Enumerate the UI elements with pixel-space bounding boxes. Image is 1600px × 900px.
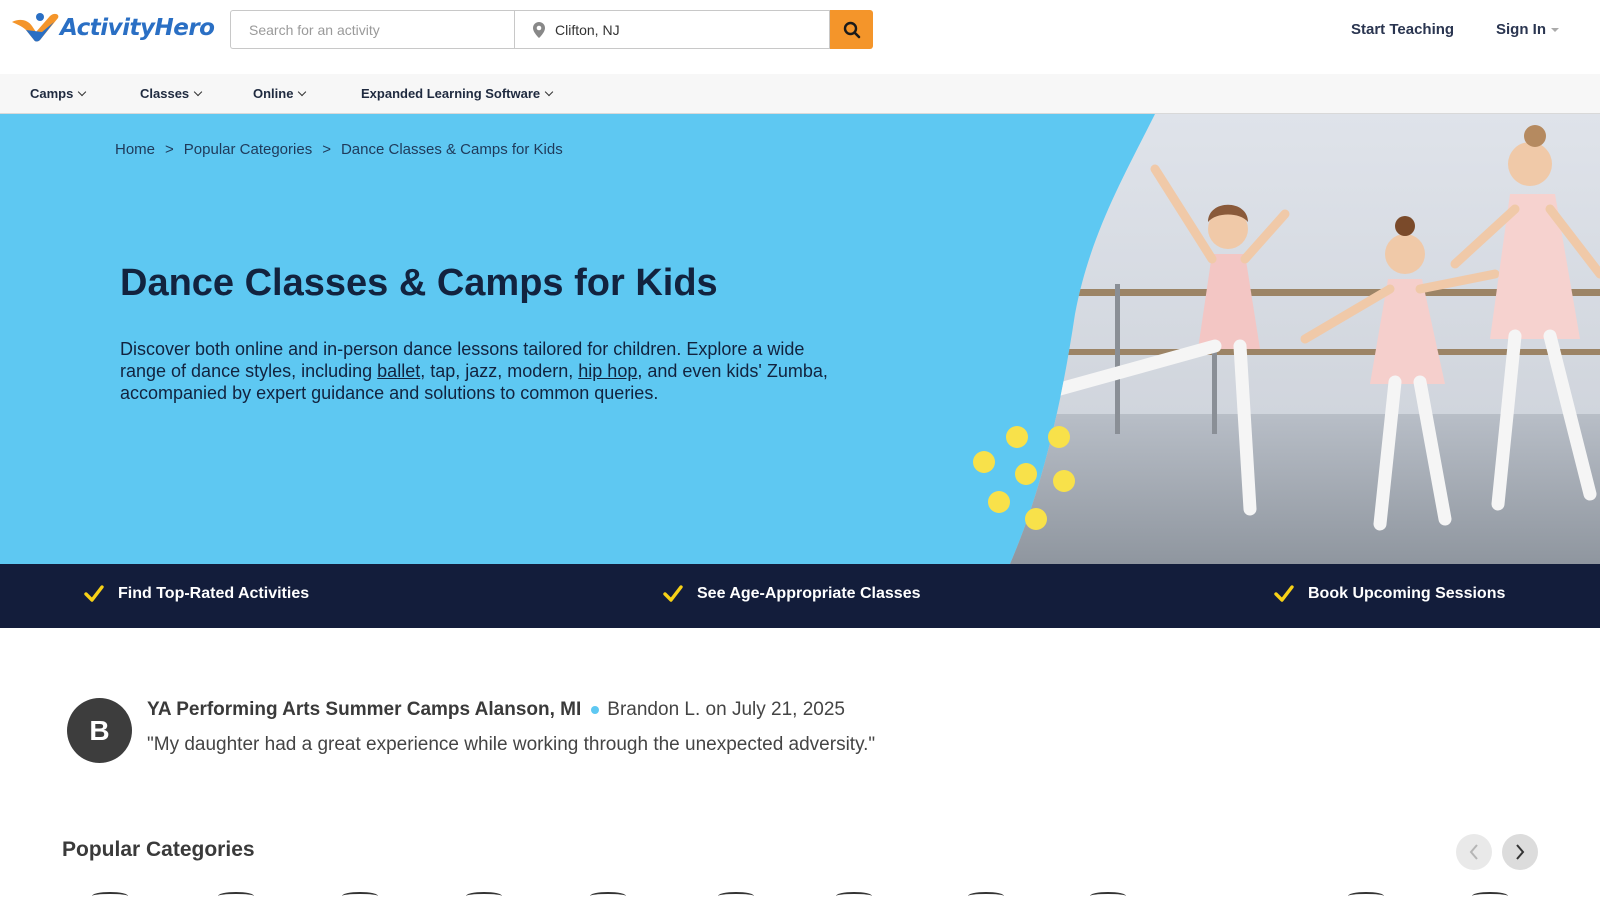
nav-label: Expanded Learning Software bbox=[361, 86, 541, 101]
category-icon[interactable] bbox=[590, 892, 626, 900]
location-input[interactable] bbox=[545, 11, 815, 48]
popular-categories-title: Popular Categories bbox=[62, 838, 255, 861]
logo[interactable]: ActivityHero bbox=[10, 12, 215, 44]
category-icon[interactable] bbox=[342, 892, 378, 900]
feature-top-rated: Find Top-Rated Activities bbox=[84, 585, 309, 603]
ballet-link[interactable]: ballet bbox=[377, 361, 420, 381]
chevron-down-icon bbox=[78, 87, 87, 96]
category-icon[interactable] bbox=[466, 892, 502, 900]
page-title: Dance Classes & Camps for Kids bbox=[120, 262, 718, 304]
chevron-right-icon bbox=[1516, 844, 1525, 860]
breadcrumb: Home > Popular Categories > Dance Classe… bbox=[115, 141, 563, 158]
logo-icon bbox=[12, 13, 59, 42]
separator-dot bbox=[591, 706, 600, 714]
category-icon[interactable] bbox=[218, 892, 254, 900]
category-icon[interactable] bbox=[1090, 892, 1126, 900]
activity-search-input[interactable] bbox=[231, 11, 514, 48]
location-search[interactable] bbox=[514, 10, 830, 49]
chevron-down-icon bbox=[544, 87, 554, 96]
hip-hop-link[interactable]: hip hop bbox=[578, 361, 637, 381]
nav-label: Camps bbox=[30, 86, 74, 101]
features-banner: Find Top-Rated Activities See Age-Approp… bbox=[0, 564, 1600, 628]
chevron-left-icon bbox=[1469, 844, 1478, 860]
category-icon[interactable] bbox=[718, 892, 754, 900]
avatar: B bbox=[67, 698, 132, 763]
feature-label: See Age-Appropriate Classes bbox=[697, 585, 921, 602]
hero-dancers-image bbox=[973, 114, 1600, 564]
header: ActivityHero Start Teaching Sign In bbox=[0, 0, 1600, 74]
nav-online[interactable]: Online bbox=[253, 86, 307, 101]
sign-in-label: Sign In bbox=[1496, 21, 1546, 38]
feature-label: Book Upcoming Sessions bbox=[1308, 585, 1506, 602]
category-icon[interactable] bbox=[1472, 892, 1508, 900]
check-icon bbox=[1274, 585, 1294, 602]
hero: Home > Popular Categories > Dance Classe… bbox=[0, 114, 1600, 564]
feature-book-sessions: Book Upcoming Sessions bbox=[1274, 585, 1505, 603]
breadcrumb-popular[interactable]: Popular Categories bbox=[184, 141, 312, 158]
hero-description: Discover both online and in-person dance… bbox=[120, 338, 840, 404]
breadcrumb-current[interactable]: Dance Classes & Camps for Kids bbox=[341, 141, 563, 158]
nav-classes[interactable]: Classes bbox=[140, 86, 203, 101]
breadcrumb-separator: > bbox=[322, 141, 331, 158]
category-icon[interactable] bbox=[92, 892, 128, 900]
breadcrumb-separator: > bbox=[165, 141, 174, 158]
start-teaching-link[interactable]: Start Teaching bbox=[1351, 21, 1454, 38]
search-button[interactable] bbox=[830, 10, 873, 49]
feature-age-appropriate: See Age-Appropriate Classes bbox=[663, 585, 920, 603]
logo-text: ActivityHero bbox=[60, 15, 215, 41]
carousel-prev-button[interactable] bbox=[1456, 834, 1492, 870]
nav-label: Classes bbox=[140, 86, 190, 101]
nav-label: Online bbox=[253, 86, 294, 101]
carousel-next-button[interactable] bbox=[1502, 834, 1538, 870]
chevron-down-icon bbox=[193, 87, 203, 96]
category-icons-row bbox=[0, 892, 1600, 900]
main-nav: Camps Classes Online Expanded Learning S… bbox=[0, 74, 1600, 114]
review-header: YA Performing Arts Summer Camps Alanson,… bbox=[147, 699, 845, 721]
search-icon bbox=[843, 21, 860, 38]
breadcrumb-home[interactable]: Home bbox=[115, 141, 155, 158]
sign-in-link[interactable]: Sign In bbox=[1496, 21, 1559, 38]
review-quote: "My daughter had a great experience whil… bbox=[147, 734, 876, 755]
review-author-date: Brandon L. on July 21, 2025 bbox=[607, 699, 845, 720]
category-icon[interactable] bbox=[836, 892, 872, 900]
chevron-down-icon bbox=[298, 87, 307, 96]
review-camp-link[interactable]: YA Performing Arts Summer Camps Alanson,… bbox=[147, 699, 581, 721]
check-icon bbox=[663, 585, 683, 602]
category-icon[interactable] bbox=[968, 892, 1004, 900]
category-icon[interactable] bbox=[1348, 892, 1384, 900]
nav-expanded-learning[interactable]: Expanded Learning Software bbox=[361, 86, 554, 101]
map-pin-icon bbox=[533, 21, 545, 38]
activity-search[interactable] bbox=[230, 10, 514, 49]
check-icon bbox=[84, 585, 104, 602]
desc-text: , tap, jazz, modern, bbox=[420, 361, 579, 381]
feature-label: Find Top-Rated Activities bbox=[118, 585, 310, 602]
caret-down-icon bbox=[1551, 28, 1559, 33]
nav-camps[interactable]: Camps bbox=[30, 86, 87, 101]
